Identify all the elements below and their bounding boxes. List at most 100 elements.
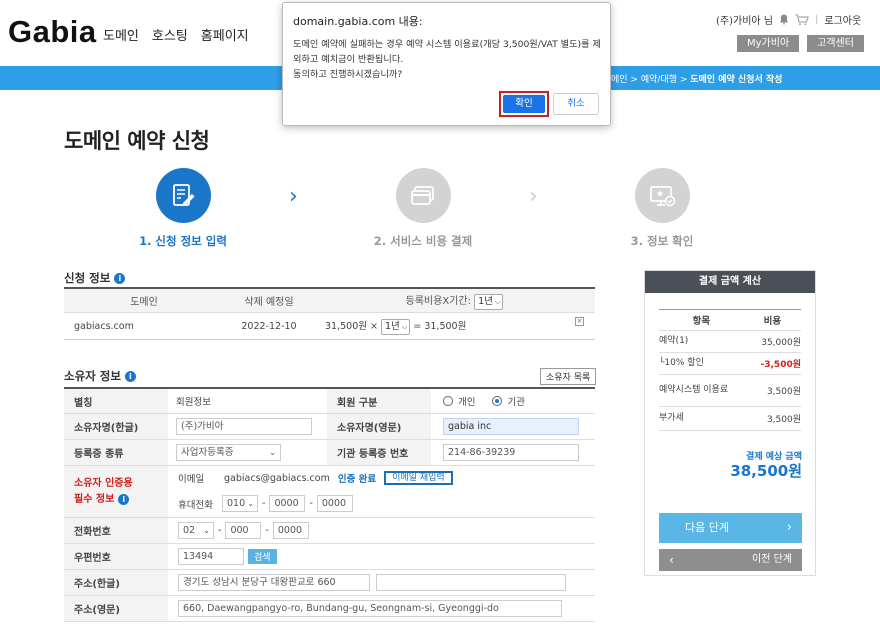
dialog-message-line1: 도메인 예약에 실패하는 경우 예약 시스템 이용료(개당 3,500원/VAT… bbox=[293, 39, 601, 65]
cert-type-cell: 사업자등록증 ⌄ bbox=[168, 444, 327, 461]
mobile-label: 휴대전화 bbox=[178, 499, 213, 511]
address-en-input[interactable]: 660, Daewangpangyo-ro, Bundang-gu, Seong… bbox=[178, 600, 562, 617]
info-icon[interactable]: i bbox=[114, 272, 126, 284]
chevron-down-icon: ⌄ bbox=[247, 499, 254, 508]
info-icon[interactable]: i bbox=[118, 494, 130, 505]
owner-list-button[interactable]: 소유자 목록 bbox=[540, 368, 597, 385]
form-edit-icon bbox=[155, 168, 211, 223]
table-row: 부가세 3,500원 bbox=[659, 407, 801, 431]
prev-step-button[interactable]: ‹ 이전 단계 bbox=[659, 549, 802, 571]
owner-name-en-cell: gabia inc bbox=[431, 418, 579, 435]
owner-heading: 소유자 정보 i bbox=[64, 368, 136, 384]
label-member-type: 회원 구분 bbox=[327, 389, 431, 413]
cart-icon[interactable] bbox=[795, 13, 809, 26]
logout-link[interactable]: 로그아웃 bbox=[824, 12, 861, 27]
info-icon[interactable]: i bbox=[124, 370, 136, 382]
application-table-header: 도메인 삭제 예정일 등록비용X기간: 1년 bbox=[64, 289, 595, 313]
chevron-right-icon: › bbox=[786, 520, 792, 535]
dialog-title: domain.gabia.com 내용: bbox=[293, 15, 423, 28]
next-step-button[interactable]: 다음 단계 › bbox=[659, 513, 802, 543]
dialog-message: 도메인 예약에 실패하는 경우 예약 시스템 이용료(개당 3,500원/VAT… bbox=[293, 37, 603, 82]
mobile-row: 휴대전화 010 ⌄ - 0000 - 0000 bbox=[178, 495, 353, 512]
label-address-en: 주소(영문) bbox=[64, 596, 168, 621]
label-phone: 전화번호 bbox=[64, 518, 168, 543]
email-row: 이메일 gabiacs@gabiacs.com 인증 완료 이메일 재입력 bbox=[178, 471, 453, 485]
step-3-label: 3. 정보 확인 bbox=[630, 234, 694, 248]
payment-item-value: -3,500원 bbox=[760, 360, 801, 370]
table-row: 전화번호 02 ⌄ - 000 - 0000 bbox=[64, 518, 595, 544]
row-fee: 31,500원 × 1년 = 31,500원 × bbox=[314, 316, 595, 335]
table-row: 소유자명(한글) (주)가비아 소유자명(영문) gabia inc bbox=[64, 414, 595, 440]
application-table: 도메인 삭제 예정일 등록비용X기간: 1년 gabiacs.com 2022-… bbox=[64, 287, 595, 340]
application-heading: 신청 정보 i bbox=[64, 270, 126, 286]
dialog-ok-button[interactable]: 확인 bbox=[503, 95, 545, 113]
address-kr-detail-input[interactable] bbox=[376, 574, 566, 591]
application-heading-text: 신청 정보 bbox=[64, 271, 111, 285]
gabia-logo[interactable]: Gabia bbox=[8, 14, 97, 50]
zip-cell: 13494 검색 bbox=[168, 548, 277, 565]
radio-personal[interactable] bbox=[443, 396, 453, 406]
col-item: 항목 bbox=[692, 316, 711, 327]
table-row: 소유자 인증용 필수 정보 i 이메일 gabiacs@gabiacs.com … bbox=[64, 466, 595, 518]
remove-row-icon[interactable]: × bbox=[575, 316, 584, 326]
phone-last-input[interactable]: 0000 bbox=[272, 522, 309, 539]
table-row: 주소(영문) 660, Daewangpangyo-ro, Bundang-gu… bbox=[64, 596, 595, 622]
phone-mid-input[interactable]: 000 bbox=[225, 522, 262, 539]
bell-icon[interactable] bbox=[779, 14, 789, 25]
dialog-cancel-button[interactable]: 취소 bbox=[553, 93, 599, 115]
dash: - bbox=[218, 525, 222, 536]
address-kr-input[interactable]: 경기도 성남시 분당구 대왕판교로 660 bbox=[178, 574, 370, 591]
zip-search-button[interactable]: 검색 bbox=[248, 549, 277, 564]
mobile-mid-input[interactable]: 0000 bbox=[269, 495, 306, 512]
payment-item-label: └10% 할인 bbox=[659, 358, 704, 368]
reenter-email-button[interactable]: 이메일 재입력 bbox=[384, 471, 453, 485]
nav-domain[interactable]: 도메인 bbox=[103, 25, 139, 44]
phone-prefix-value: 02 bbox=[183, 525, 196, 536]
radio-personal-label: 개인 bbox=[458, 397, 476, 408]
zip-input[interactable]: 13494 bbox=[178, 548, 244, 565]
next-step-label: 다음 단계 bbox=[685, 521, 729, 534]
row-period-select[interactable]: 1년 bbox=[381, 318, 411, 335]
credit-card-icon bbox=[395, 168, 451, 223]
table-row: 우편번호 13494 검색 bbox=[64, 544, 595, 570]
support-button[interactable]: 고객센터 bbox=[807, 35, 864, 52]
nav-hosting[interactable]: 호스팅 bbox=[152, 25, 188, 44]
payment-item-label: 예약시스템 이용료 bbox=[659, 385, 729, 395]
label-owner-name-en: 소유자명(영문) bbox=[327, 414, 431, 439]
label-cert-no: 기관 등록증 번호 bbox=[327, 440, 431, 465]
address-en-cell: 660, Daewangpangyo-ro, Bundang-gu, Seong… bbox=[168, 600, 562, 617]
breadcrumb-path[interactable]: 메인 > 예약/대행 > bbox=[611, 75, 690, 85]
payment-summary: 결제 금액 계산 항목 비용 예약(1) 35,000원 └10% 할인 -3,… bbox=[644, 270, 816, 576]
table-row: └10% 할인 -3,500원 bbox=[659, 353, 801, 375]
my-gabia-button[interactable]: My가비아 bbox=[737, 35, 800, 52]
mobile-last-input[interactable]: 0000 bbox=[316, 495, 353, 512]
mobile-prefix-select[interactable]: 010 ⌄ bbox=[222, 495, 258, 512]
period-all-select[interactable]: 1년 bbox=[474, 293, 504, 310]
phone-prefix-select[interactable]: 02 ⌄ bbox=[178, 522, 214, 539]
nav-homepage[interactable]: 홈페이지 bbox=[201, 25, 249, 44]
table-row: 등록증 종류 사업자등록증 ⌄ 기관 등록증 번호 214-86-39239 bbox=[64, 440, 595, 466]
auth-label-line2-text: 필수 정보 bbox=[74, 493, 115, 505]
cert-type-select[interactable]: 사업자등록증 ⌄ bbox=[176, 444, 281, 461]
dialog-message-line2: 동의하고 진행하시겠습니까? bbox=[293, 69, 403, 80]
col-delete-date: 삭제 예정일 bbox=[244, 297, 294, 308]
radio-organization[interactable] bbox=[492, 396, 503, 406]
chevron-down-icon: ⌄ bbox=[269, 448, 276, 457]
dialog-ok-highlight: 확인 bbox=[499, 91, 549, 117]
auth-complete-status: 인증 완료 bbox=[337, 474, 377, 485]
cert-type-value: 사업자등록증 bbox=[181, 447, 234, 458]
owner-name-kr-cell: (주)가비아 bbox=[168, 418, 327, 435]
cert-no-input[interactable]: 214-86-39239 bbox=[443, 444, 579, 461]
owner-name-kr-input[interactable]: (주)가비아 bbox=[176, 418, 312, 435]
auth-label-line1: 소유자 인증용 bbox=[74, 477, 133, 489]
owner-name-en-input[interactable]: gabia inc bbox=[443, 418, 579, 435]
email-value: gabiacs@gabiacs.com bbox=[224, 472, 330, 484]
auth-cell: 이메일 gabiacs@gabiacs.com 인증 완료 이메일 재입력 휴대… bbox=[168, 471, 453, 512]
label-auth-info: 소유자 인증용 필수 정보 i bbox=[64, 466, 168, 517]
breadcrumb-current: 도메인 예약 신청서 작성 bbox=[690, 75, 783, 85]
payment-table-header: 항목 비용 bbox=[659, 310, 801, 331]
payment-summary-title: 결제 금액 계산 bbox=[645, 271, 815, 293]
dash: - bbox=[262, 498, 266, 509]
mobile-prefix-value: 010 bbox=[227, 498, 246, 509]
email-label: 이메일 bbox=[178, 474, 205, 485]
